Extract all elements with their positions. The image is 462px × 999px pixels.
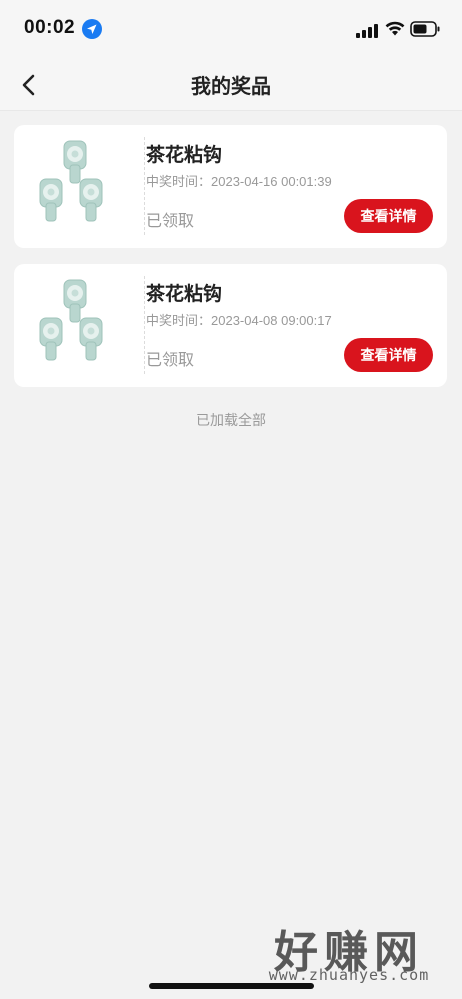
prize-status: 已领取 (146, 213, 195, 230)
prize-card: 茶花粘钩 中奖时间：2023-04-16 00:01:39 已领取 查看详情 (14, 125, 447, 248)
prize-win-time: 中奖时间：2023-04-16 00:01:39 (146, 174, 332, 189)
view-details-button[interactable]: 查看详情 (344, 199, 433, 233)
location-arrow-icon (82, 19, 102, 39)
battery-icon (410, 21, 440, 37)
prize-win-time: 中奖时间：2023-04-08 09:00:17 (146, 313, 332, 328)
list-end-text: 已加载全部 (196, 412, 266, 428)
home-indicator[interactable] (149, 983, 314, 989)
prize-card: 茶花粘钩 中奖时间：2023-04-08 09:00:17 已领取 查看详情 (14, 264, 447, 387)
page-title: 我的奖品 (191, 76, 271, 98)
watermark-url: www.zhuanyes.com (268, 966, 430, 984)
watermark: 好赚网 www.zhuanyes.com (254, 920, 444, 986)
camellia-hook-image (39, 140, 103, 222)
view-details-button[interactable]: 查看详情 (344, 338, 433, 372)
status-time: 00:02 (24, 17, 76, 38)
prize-list: 茶花粘钩 中奖时间：2023-04-16 00:01:39 已领取 查看详情 茶… (14, 125, 447, 403)
prize-name: 茶花粘钩 (146, 145, 223, 166)
prize-status: 已领取 (146, 352, 195, 369)
nav-bar: 我的奖品 (0, 58, 462, 111)
status-bar: 00:02 (0, 0, 462, 58)
wifi-icon (385, 21, 405, 36)
prize-name: 茶花粘钩 (146, 284, 223, 305)
card-divider (144, 137, 145, 235)
card-divider (144, 276, 145, 374)
camellia-hook-image (39, 279, 103, 361)
signal-icon (356, 24, 378, 38)
